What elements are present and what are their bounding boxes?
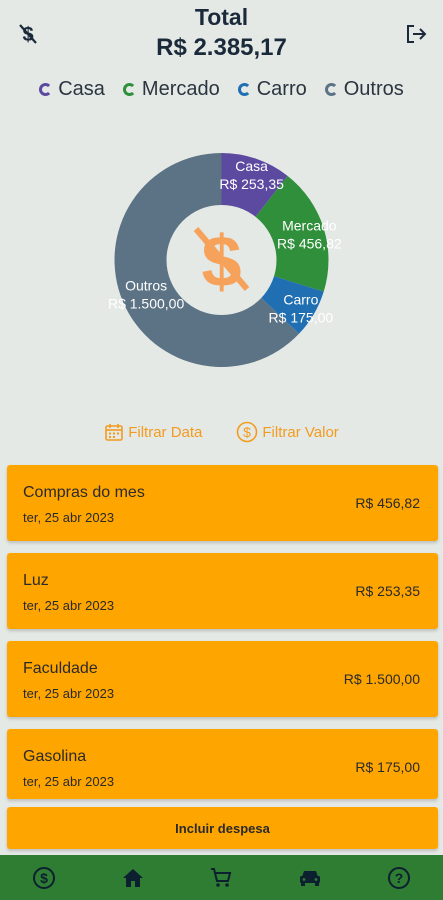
filters-bar: Filtrar Data $ Filtrar Valor bbox=[0, 421, 443, 443]
chart-legend: Casa Mercado Carro Outros bbox=[0, 78, 443, 101]
help-icon: ? bbox=[387, 866, 410, 889]
filter-date-button[interactable]: Filtrar Data bbox=[104, 421, 202, 443]
car-icon bbox=[300, 870, 321, 886]
logout-icon bbox=[407, 25, 427, 43]
legend-item-casa: Casa bbox=[39, 78, 105, 101]
legend-item-carro: Carro bbox=[237, 78, 307, 101]
legend-label: Outros bbox=[343, 78, 404, 100]
nav-cart-button[interactable] bbox=[201, 858, 241, 898]
slice-label-value: R$ 456,82 bbox=[277, 236, 342, 252]
expense-title: Compras do mes bbox=[23, 484, 145, 501]
expense-card[interactable]: Luz ter, 25 abr 2023 R$ 253,35 bbox=[7, 553, 438, 629]
slice-label-value: R$ 253,35 bbox=[219, 176, 284, 192]
slice-label-value: R$ 1.500,00 bbox=[108, 295, 184, 311]
expense-date: ter, 25 abr 2023 bbox=[23, 598, 115, 613]
legend-label: Casa bbox=[58, 78, 105, 100]
expense-title: Faculdade bbox=[23, 660, 98, 677]
svg-text:$: $ bbox=[243, 424, 251, 440]
slice-label-name: Mercado bbox=[282, 218, 337, 234]
expense-title: Luz bbox=[23, 572, 49, 589]
expense-date: ter, 25 abr 2023 bbox=[23, 774, 115, 789]
nav-help-button[interactable]: ? bbox=[379, 858, 419, 898]
expense-title: Gasolina bbox=[23, 748, 87, 765]
cart-icon bbox=[211, 867, 232, 887]
home-icon bbox=[122, 868, 143, 887]
legend-marker bbox=[122, 83, 136, 96]
expenses-donut-chart: $ Casa R$ 253,35 Mercado R$ 456,82 Carro R$ 1… bbox=[108, 153, 342, 367]
money-icon: $ bbox=[33, 866, 56, 889]
legend-marker bbox=[324, 83, 338, 96]
filter-date-label: Filtrar Data bbox=[128, 423, 203, 441]
page-title: Total bbox=[194, 4, 249, 30]
expense-card[interactable]: Compras do mes ter, 25 abr 2023 R$ 456,8… bbox=[7, 465, 438, 541]
legend-label: Mercado bbox=[141, 78, 220, 100]
expense-value: R$ 175,00 bbox=[355, 759, 420, 775]
expense-value: R$ 1.500,00 bbox=[343, 671, 420, 687]
nav-home-button[interactable] bbox=[113, 858, 153, 898]
svg-text:$: $ bbox=[40, 870, 48, 886]
logout-button[interactable] bbox=[401, 20, 431, 48]
slice-label-name: Outros bbox=[125, 277, 167, 293]
total-amount: R$ 2.385,17 bbox=[156, 34, 287, 61]
legend-marker bbox=[39, 83, 53, 96]
nav-car-button[interactable] bbox=[290, 858, 330, 898]
bottom-navigation: $ ? bbox=[0, 855, 443, 900]
dollar-circle-icon: $ bbox=[237, 421, 258, 443]
expense-card[interactable]: Gasolina ter, 25 abr 2023 R$ 175,00 bbox=[7, 729, 438, 799]
svg-text:?: ? bbox=[394, 870, 403, 886]
calendar-icon bbox=[105, 424, 124, 441]
expense-card[interactable]: Faculdade ter, 25 abr 2023 R$ 1.500,00 bbox=[7, 641, 438, 717]
legend-marker bbox=[237, 83, 251, 96]
legend-item-mercado: Mercado bbox=[122, 78, 220, 101]
expense-value: R$ 253,35 bbox=[355, 583, 420, 599]
add-expense-button[interactable]: Incluir despesa bbox=[7, 807, 438, 849]
legend-item-outros: Outros bbox=[324, 78, 404, 101]
nav-money-button[interactable]: $ bbox=[24, 858, 64, 898]
slice-label-value: R$ 175,00 bbox=[269, 310, 334, 326]
expense-date: ter, 25 abr 2023 bbox=[23, 686, 115, 701]
slice-label-name: Carro bbox=[283, 292, 318, 308]
expense-value: R$ 456,82 bbox=[355, 495, 420, 511]
filter-value-label: Filtrar Valor bbox=[262, 423, 339, 441]
no-money-center-icon: $ bbox=[193, 222, 250, 302]
expense-date: ter, 25 abr 2023 bbox=[23, 510, 115, 525]
slice-label-name: Casa bbox=[235, 158, 268, 174]
legend-label: Carro bbox=[256, 78, 307, 100]
filter-value-button[interactable]: $ Filtrar Valor bbox=[236, 421, 339, 443]
